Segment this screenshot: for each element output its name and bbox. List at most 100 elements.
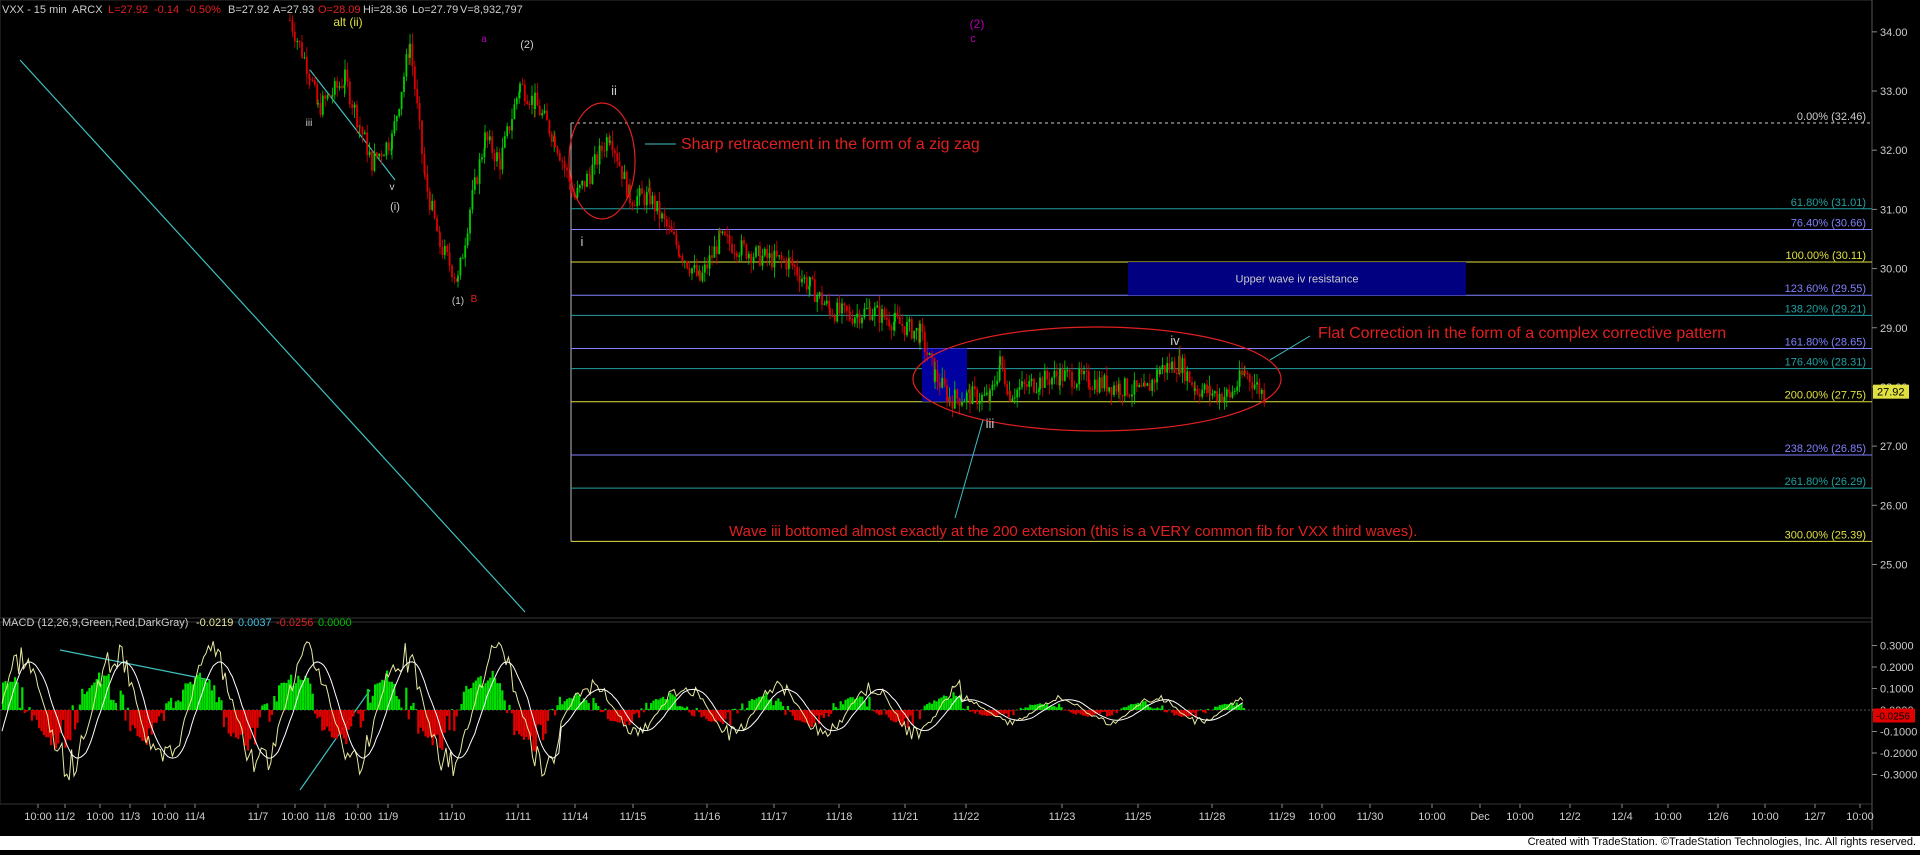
macd-histogram-bar xyxy=(640,708,643,710)
candle-body xyxy=(609,140,611,143)
macd-histogram-bar xyxy=(690,710,693,716)
macd-histogram-bar xyxy=(1127,705,1130,710)
time-tick-label: 11/2 xyxy=(55,811,76,823)
macd-histogram-bar xyxy=(1017,710,1020,711)
macd-histogram-bar xyxy=(1002,710,1005,715)
macd-histogram-bar xyxy=(215,702,218,710)
macd-histogram-bar xyxy=(1151,708,1154,710)
candle-body xyxy=(833,315,836,322)
macd-histogram-bar xyxy=(736,710,739,714)
candle-body xyxy=(809,277,811,287)
candle-body xyxy=(743,240,745,245)
header-change-pct: -0.50% xyxy=(186,4,221,16)
macd-histogram-bar xyxy=(1072,710,1075,714)
candle-body xyxy=(356,104,358,128)
macd-histogram-bar xyxy=(366,688,369,710)
candle-body xyxy=(831,315,834,317)
wave-label-c-purple: c xyxy=(970,33,976,45)
candle-body xyxy=(738,255,741,257)
macd-histogram-bar xyxy=(774,700,777,710)
macd-histogram-bar xyxy=(1022,709,1025,710)
candle-body xyxy=(478,159,481,184)
fib-level-label: 200.00% (27.75) xyxy=(1785,390,1866,402)
candle-body xyxy=(921,323,924,332)
candle-body xyxy=(1233,390,1236,392)
candle-body xyxy=(798,275,801,283)
price-tick-label: 26.00 xyxy=(1880,500,1908,512)
candle-body xyxy=(1103,375,1106,389)
macd-histogram-bar xyxy=(155,710,158,723)
macd-value: -0.0219 xyxy=(196,617,233,629)
macd-histogram-bar xyxy=(822,710,825,718)
candle-body xyxy=(1181,358,1184,374)
candle-body xyxy=(473,177,476,191)
candle-body xyxy=(985,392,988,395)
macd-histogram-bar xyxy=(839,701,842,710)
candle-body xyxy=(813,279,816,303)
macd-histogram-bar xyxy=(654,699,657,710)
candle-body xyxy=(1115,385,1118,392)
macd-histogram-bar xyxy=(225,710,228,718)
candle-body xyxy=(546,110,548,121)
price-tick-label: 27.00 xyxy=(1880,441,1908,453)
candle-body xyxy=(963,400,966,403)
macd-histogram-bar xyxy=(556,705,559,710)
candle-body xyxy=(885,317,888,320)
macd-histogram-bar xyxy=(1074,710,1077,715)
candle-body xyxy=(961,402,963,406)
macd-histogram-bar xyxy=(1144,701,1147,710)
candle-body xyxy=(836,302,839,322)
candle-body xyxy=(395,116,398,122)
macd-histogram-bar xyxy=(66,710,69,740)
macd-histogram-bar xyxy=(866,706,869,710)
candle-body xyxy=(344,69,346,85)
macd-histogram-bar xyxy=(554,710,557,716)
macd-histogram-bar xyxy=(18,707,21,710)
candle-body xyxy=(621,165,623,180)
candle-body xyxy=(953,389,956,409)
header-change: -0.14 xyxy=(154,4,179,16)
macd-histogram-bar xyxy=(510,710,513,714)
candle-body xyxy=(971,386,974,405)
price-tick-label: 30.00 xyxy=(1880,264,1908,276)
macd-histogram-bar xyxy=(465,685,468,710)
macd-histogram-bar xyxy=(750,698,753,710)
candle-body xyxy=(293,31,296,42)
candle-body xyxy=(910,319,913,339)
candle-body xyxy=(576,187,579,198)
candle-body xyxy=(371,151,373,156)
candle-body xyxy=(699,270,701,281)
candle-body xyxy=(469,209,471,213)
macd-histogram-bar xyxy=(354,709,357,710)
candle-body xyxy=(976,389,979,405)
macd-histogram-bar xyxy=(232,710,235,733)
candle-body xyxy=(691,268,693,274)
candle-body xyxy=(783,259,785,261)
macd-histogram-bar xyxy=(417,710,420,734)
candle-body xyxy=(400,91,403,110)
macd-histogram-bar xyxy=(522,710,525,740)
macd-histogram-bar xyxy=(1216,706,1219,710)
candle-body xyxy=(1123,378,1126,397)
candle-body xyxy=(1061,368,1064,381)
macd-histogram-bar xyxy=(1098,710,1101,715)
macd-histogram-bar xyxy=(974,710,977,714)
candle-body xyxy=(317,103,319,105)
macd-histogram-bar xyxy=(791,710,794,716)
time-tick-label: 11/28 xyxy=(1199,811,1226,823)
macd-histogram-bar xyxy=(678,706,681,710)
macd-histogram-bar xyxy=(410,705,413,710)
wave-label-alt-ii: alt (ii) xyxy=(333,15,362,29)
candle-body xyxy=(871,316,874,320)
macd-label: MACD (12,26,9,Green,Red,DarkGray) xyxy=(2,617,188,629)
macd-histogram-bar xyxy=(258,710,261,718)
macd-histogram-bar xyxy=(40,710,43,732)
fib-level-label: 261.80% (26.29) xyxy=(1785,476,1866,488)
candle-body xyxy=(656,201,659,212)
macd-histogram-bar xyxy=(119,690,122,710)
candle-body xyxy=(409,43,411,58)
candle-body xyxy=(464,245,467,258)
candle-body xyxy=(735,252,738,257)
macd-histogram-bar xyxy=(419,710,422,728)
candle-body xyxy=(849,311,851,320)
